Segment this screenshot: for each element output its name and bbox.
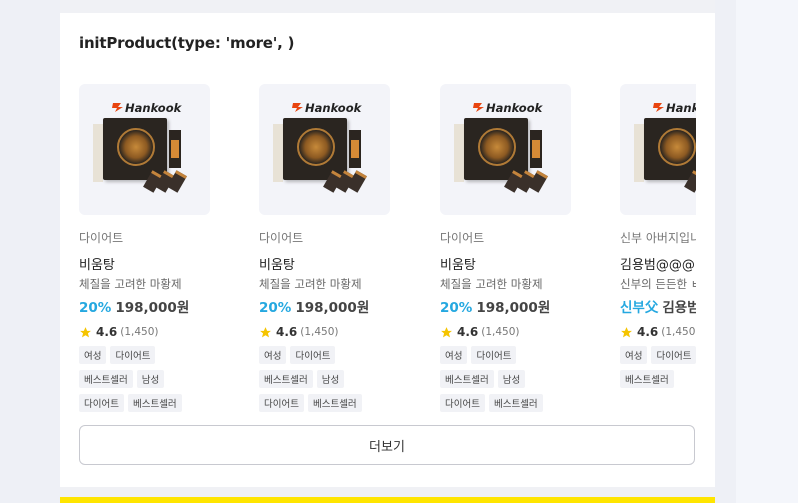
rating-row: 4.6 (1,450) [440, 325, 571, 339]
product-card[interactable]: Hankook 다이어트 비움탕 체질을 고려한 마황제 20% 198,000원… [79, 84, 210, 414]
tag: 여성 [79, 346, 107, 364]
tag: 여성 [620, 346, 648, 364]
hankook-logo-icon: Hankook [653, 101, 696, 114]
section-divider [60, 0, 715, 13]
product-category: 다이어트 [440, 231, 485, 245]
product-category: 다이어트 [259, 231, 304, 245]
package-box [644, 118, 696, 180]
tag: 여성 [259, 346, 287, 364]
discount-rate: 20% [259, 300, 292, 316]
product-carousel[interactable]: Hankook 다이어트 비움탕 체질을 고려한 마황제 20% 198,000원… [60, 84, 696, 414]
svg-text:Hankook: Hankook [125, 101, 183, 114]
tag: 남성 [497, 370, 526, 388]
product-image[interactable]: Hankook [79, 84, 210, 215]
svg-text:Hankook: Hankook [486, 101, 544, 114]
tag: 여성 [440, 346, 468, 364]
tag-list: 여성 다이어트 베스트셀러 남성 다이어트 베스트셀러 [259, 344, 390, 414]
price-row: 20% 198,000원 [440, 296, 571, 316]
price-row: 20% 198,000원 [259, 296, 390, 316]
discount-rate: 20% [79, 300, 112, 316]
tag: 다이어트 [651, 346, 696, 364]
rating-score: 4.6 [457, 325, 479, 339]
discount-rate: 20% [440, 300, 473, 316]
rating-score: 4.6 [276, 325, 298, 339]
discount-rate: 신부父 [620, 300, 659, 316]
product-card[interactable]: Hankook 다이어트 비움탕 체질을 고려한 마황제 20% 198,000원… [440, 84, 571, 414]
star-icon [441, 326, 452, 337]
package-box [283, 118, 347, 180]
price-row: 20% 198,000원 [79, 296, 210, 316]
product-image[interactable]: Hankook [620, 84, 696, 215]
rating-row: 4.6 (1,450) [79, 325, 210, 339]
right-panel [736, 0, 798, 503]
star-icon [621, 326, 632, 337]
tag-list: 여성 다이어트 베스트셀러 남성 다이어트 베스트셀러 [440, 344, 571, 414]
section-divider [60, 487, 715, 497]
hankook-logo-icon: Hankook [292, 101, 363, 114]
review-count: (1,450) [300, 326, 339, 338]
tag: 다이어트 [79, 394, 124, 412]
tag: 다이어트 [471, 346, 517, 364]
rating-row: 4.6 (1,450) [259, 325, 390, 339]
product-description: 체질을 고려한 마황제 [440, 277, 543, 291]
product-card[interactable]: Hankook 신부 아버지입니 김용범@@@( 신부의 든든한 ㅂ 신부父 김용… [620, 84, 696, 392]
tag: 베스트셀러 [440, 370, 494, 388]
svg-text:Hankook: Hankook [305, 101, 363, 114]
tag: 베스트셀러 [488, 394, 543, 412]
review-count: (1,450) [661, 326, 696, 338]
tag-list: 여성 다이어트베스트셀러 [620, 344, 696, 392]
tag: 베스트셀러 [127, 394, 182, 412]
product-image[interactable]: Hankook [440, 84, 571, 215]
hankook-logo-icon: Hankook [112, 101, 183, 114]
tag: 베스트셀러 [79, 370, 133, 388]
product-description: 체질을 고려한 마황제 [259, 277, 362, 291]
product-price: 198,000원 [476, 300, 551, 316]
product-category: 신부 아버지입니 [620, 231, 696, 245]
product-description: 체질을 고려한 마황제 [79, 277, 182, 291]
tag: 베스트셀러 [620, 370, 674, 388]
product-card[interactable]: Hankook 다이어트 비움탕 체질을 고려한 마황제 20% 198,000원… [259, 84, 390, 414]
product-name[interactable]: 비움탕 [259, 254, 390, 273]
svg-text:Hankook: Hankook [666, 101, 696, 114]
review-count: (1,450) [120, 326, 159, 338]
more-button[interactable]: 더보기 [79, 425, 695, 465]
tag: 남성 [136, 370, 165, 388]
product-description: 신부의 든든한 ㅂ [620, 277, 696, 291]
rating-score: 4.6 [96, 325, 118, 339]
rating-row: 4.6 (1,450) [620, 325, 696, 339]
tag-list: 여성 다이어트 베스트셀러 남성 다이어트 베스트셀러 [79, 344, 210, 414]
review-count: (1,450) [481, 326, 520, 338]
price-row: 신부父 김용범 [620, 296, 696, 316]
package-box [103, 118, 167, 180]
product-section-card: initProduct(type: 'more', ) Hankook 다이어트… [60, 0, 715, 503]
product-price: 198,000원 [115, 300, 190, 316]
package-box [464, 118, 528, 180]
tag: 다이어트 [440, 394, 485, 412]
section-title: initProduct(type: 'more', ) [79, 34, 295, 52]
tag: 베스트셀러 [259, 370, 313, 388]
tag: 베스트셀러 [307, 394, 362, 412]
rating-score: 4.6 [637, 325, 659, 339]
product-price: 김용범 [662, 300, 696, 316]
package-side [93, 124, 103, 182]
product-category: 다이어트 [79, 231, 124, 245]
tag: 다이어트 [259, 394, 304, 412]
product-image[interactable]: Hankook [259, 84, 390, 215]
product-name[interactable]: 비움탕 [79, 254, 210, 273]
star-icon [80, 326, 91, 337]
tag: 다이어트 [290, 346, 336, 364]
hankook-logo-icon: Hankook [473, 101, 544, 114]
accent-bar [60, 497, 715, 503]
tag: 다이어트 [110, 346, 156, 364]
product-price: 198,000원 [295, 300, 370, 316]
product-name[interactable]: 김용범@@@( [620, 254, 696, 273]
product-name[interactable]: 비움탕 [440, 254, 571, 273]
star-icon [260, 326, 271, 337]
tag: 남성 [316, 370, 345, 388]
